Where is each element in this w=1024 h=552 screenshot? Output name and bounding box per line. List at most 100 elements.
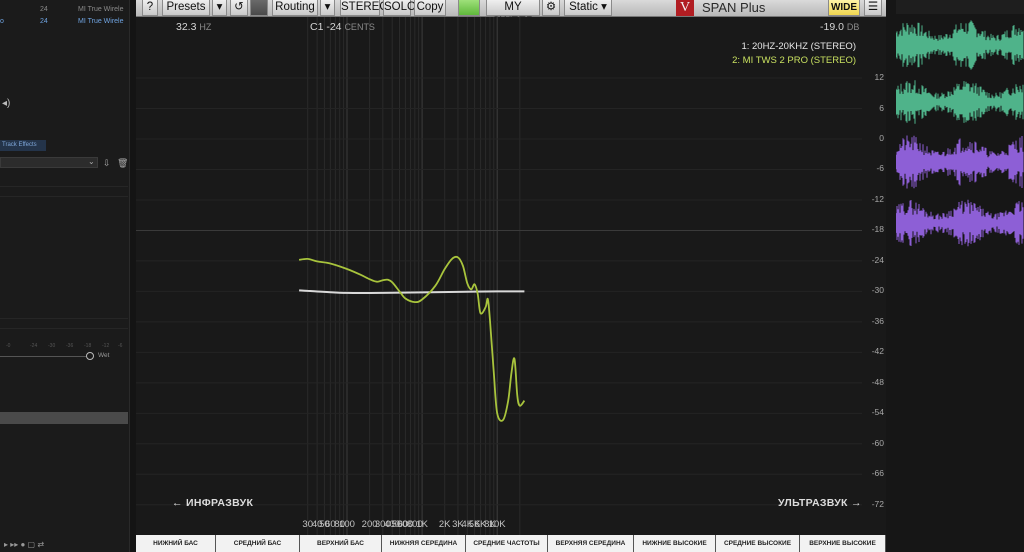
legend-entry-series-2[interactable]: 2: MI TWS 2 PRO (STEREO) [732,55,856,66]
track-2-label: o [0,18,4,25]
db-tick-label: -30 [871,285,884,296]
ultrasound-annotation: УЛЬТРАЗВУК → [778,497,862,509]
menu-icon[interactable]: ☰ [864,0,882,16]
help-button[interactable]: ? [142,0,158,16]
frequency-value: 32.3 [176,21,197,33]
series-color-button[interactable] [458,0,480,16]
level-unit: DB [846,22,860,32]
db-tick-label: -60 [871,437,884,448]
wet-slider-track[interactable] [0,356,86,357]
db-tick-label: -24 [871,254,884,265]
meter-tick: -0 [6,343,11,349]
note-unit: CENTS [344,22,375,32]
spectrum-chart[interactable] [136,17,886,535]
frequency-band-label: НИЖНИЕ ВЫСОКИЕ [634,535,716,552]
frequency-tick-label: 100 [339,519,355,530]
speaker-icon[interactable]: ◂) [2,98,10,109]
wet-slider-knob[interactable] [86,352,94,360]
track-row-1[interactable]: 24 MI True Wirele [0,4,130,16]
routing-arrow-button[interactable]: ▾ [320,0,335,16]
waveform-purple-2 [896,199,1024,247]
frequency-band-label: СРЕДНИЙ БАС [216,535,300,552]
waveform-lane-green-2[interactable] [896,76,1024,128]
frequency-band-label: СРЕДНИЕ ВЫСОКИЕ [716,535,800,552]
waveform-purple-1 [896,135,1024,189]
solo-button[interactable]: SOLO [383,0,416,16]
infrasound-annotation: ← ИНФРАЗВУК [172,497,254,509]
voxengo-logo: V [676,0,695,16]
db-tick-label: 6 [879,102,884,113]
spectrum-display[interactable]: 32.3 HZ C1 -24 CENTS -19.0 DB 1: 20HZ-20… [136,17,886,535]
color-swatch-button[interactable] [250,0,268,16]
waveform-shape [896,135,1024,189]
track-1-name: MI True Wirele [78,6,124,13]
note-readout: C1 -24 CENTS [310,21,375,33]
db-tick-label: -66 [871,468,884,479]
effect-slot-row[interactable] [0,178,128,187]
timeline-ruler[interactable] [896,0,1024,14]
trash-icon[interactable]: 🗑 [117,158,128,169]
db-tick-label: -36 [871,315,884,326]
meter-tick: -36 [66,343,74,349]
waveform-green-1 [896,20,1024,70]
reset-icon[interactable]: ↺ [230,0,248,16]
frequency-band-label: НИЖНЯЯ СЕРЕДИНА [382,535,466,552]
waveform-shape [896,20,1024,70]
note-value: C1 -24 [310,21,342,33]
meter-tick: -6 [118,343,123,349]
effect-slot-row[interactable] [0,188,128,197]
stereo-button[interactable]: STEREO [340,0,388,16]
daw-left-panel: 24 MI True Wirele o 24 MI True Wirele ◂)… [0,0,130,552]
span-plus-plugin: ? Presets ▾ ↺ Routing ▾ STEREO SOLO Copy… [136,0,886,552]
static-mode-select[interactable]: Static ▾ [564,0,612,16]
waveform-shape [896,80,1024,124]
frequency-band-label: ВЕРХНЯЯ СЕРЕДИНА [548,535,634,552]
presets-arrow-button[interactable]: ▾ [212,0,227,16]
copy-button[interactable]: Copy [414,0,446,16]
waveform-lane-purple-1[interactable] [896,132,1024,192]
meter-tick: -18 [84,343,92,349]
frequency-band-label: ВЕРХНИЙ БАС [300,535,382,552]
level-readout: -19.0 DB [820,21,859,33]
waveform-green-2 [896,80,1024,124]
legend-entry-series-1[interactable]: 1: 20HZ-20KHZ (STEREO) [741,41,856,52]
frequency-tick-label: 10K [488,519,506,530]
track-2-number: 24 [40,18,48,25]
download-icon[interactable]: ⇩ [103,158,111,169]
settings-icon[interactable]: ⚙ [542,0,560,16]
meter-tick: -30 [48,343,56,349]
sweep-select[interactable]: MY SWEEP [486,0,540,28]
wide-button[interactable]: WIDE [828,0,860,16]
db-tick-label: -48 [871,376,884,387]
transport-controls[interactable]: ▸ ▸▸ ● ▢ ⇄ [4,540,44,549]
track-row-2[interactable]: o 24 MI True Wirele [0,16,130,28]
db-tick-label: -12 [871,193,884,204]
db-tick-label: -42 [871,346,884,357]
frequency-band-label: НИЖНИЙ БАС [136,535,216,552]
effect-slot-row[interactable] [0,320,128,329]
waveform-lane-green-1[interactable] [896,16,1024,74]
frequency-readout: 32.3 HZ [176,21,211,33]
db-tick-label: -6 [876,163,884,174]
series-line-2 [298,255,526,422]
meter-tick: -12 [102,343,110,349]
waveform-lane-purple-2[interactable] [896,196,1024,250]
selected-effect-bar[interactable] [0,412,128,424]
dropdown-chevron-icon: ⌄ [88,157,95,166]
db-tick-label: 0 [879,133,884,143]
frequency-band-label: ВЕРХНИЕ ВЫСОКИЕ [800,535,886,552]
frequency-tick-label: 2K [438,519,451,530]
presets-button[interactable]: Presets [162,0,210,16]
daw-waveform-panel [886,0,1024,552]
effect-slot-row[interactable] [0,310,128,319]
wet-label: Wet [98,352,110,359]
waveform-shape [896,199,1024,247]
frequency-tick-label: 1K [416,519,428,530]
series-line-1 [299,289,525,295]
plugin-title: SPAN Plus [702,0,766,15]
track-effects-tab[interactable]: Track Effects [0,140,46,151]
routing-button[interactable]: Routing [272,0,318,16]
effect-dropdown[interactable] [0,157,98,168]
plugin-toolbar: ? Presets ▾ ↺ Routing ▾ STEREO SOLO Copy… [136,0,886,28]
track-1-number: 24 [40,6,48,13]
